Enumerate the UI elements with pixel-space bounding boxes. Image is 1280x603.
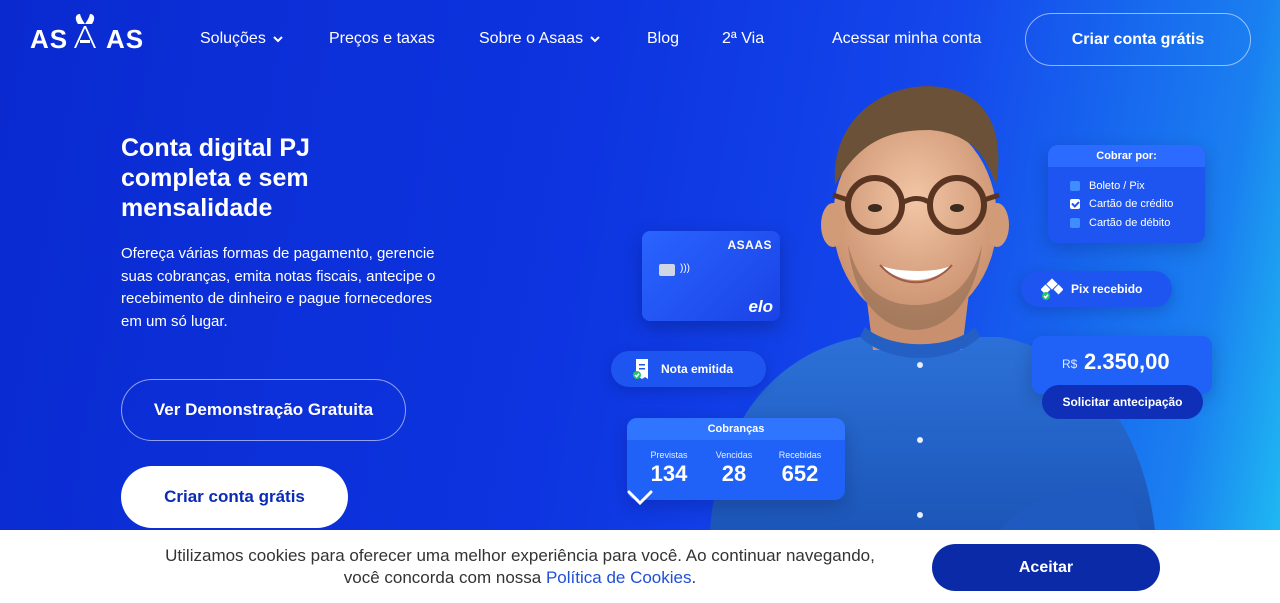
hero-title: Conta digital PJ completa e sem mensalid… [121,134,310,222]
stat-value: 652 [781,461,819,486]
credit-card: ASAAS ))) elo [642,231,780,321]
nav-precos-label: Preços e taxas [329,30,435,47]
top-navigation: AS AS Soluções Preços e taxas Sobre o As… [0,0,1280,80]
option-cartao-credito[interactable]: Cartão de crédito [1070,198,1173,210]
nav-solucoes[interactable]: Soluções [200,30,284,48]
scroll-down-icon[interactable] [627,489,653,507]
hero-description: Ofereça várias formas de pagamento, gere… [121,245,436,330]
hero-section: AS AS Soluções Preços e taxas Sobre o As… [0,0,1280,530]
balance-currency: R$ [1062,357,1078,371]
pix-icon [1041,278,1063,300]
chevron-down-icon [590,36,600,43]
nota-emitida-label: Nota emitida [661,362,734,376]
pix-recebido-pill: Pix recebido [1021,271,1172,307]
signup-button-nav[interactable]: Criar conta grátis [1025,13,1251,66]
checkbox-icon [1070,181,1080,191]
stat-value: 28 [721,461,747,486]
card-brand: ASAAS [727,238,772,252]
nav-sobre-label: Sobre o Asaas [479,30,584,47]
nav-segunda-via[interactable]: 2ª Via [722,30,764,48]
login-label: Acessar minha conta [832,30,982,47]
balance-value: 2.350,00 [1084,349,1170,374]
accept-cookies-label: Aceitar [1018,558,1074,576]
signup-button-nav-label: Criar conta grátis [1071,30,1205,48]
nav-precos[interactable]: Preços e taxas [329,30,435,48]
option-label: Cartão de débito [1089,217,1171,229]
nav-blog-label: Blog [647,30,680,47]
checkbox-checked-icon [1070,199,1080,209]
demo-button[interactable]: Ver Demonstração Gratuita [121,379,406,441]
cookie-message: Utilizamos cookies para oferecer uma mel… [165,546,875,587]
cobrar-por-panel: Cobrar por: Boleto / Pix Cartão de crédi… [1048,145,1205,243]
checkbox-icon [1070,218,1080,228]
nav-blog[interactable]: Blog [647,30,679,48]
create-account-button[interactable]: Criar conta grátis [121,466,348,528]
cobrancas-vencidas: Vencidas 28 [699,450,769,487]
stat-value: 134 [650,461,688,486]
pix-recebido-label: Pix recebido [1071,282,1143,296]
cobrancas-panel: Cobranças Previstas 134 Vencidas 28 Rece… [627,418,845,500]
nav-sobre[interactable]: Sobre o Asaas [479,30,601,48]
solicitar-antecipacao-label: Solicitar antecipação [1062,395,1183,409]
login-link[interactable]: Acessar minha conta [832,30,981,48]
create-account-label: Criar conta grátis [164,487,305,506]
cobrancas-previstas: Previstas 134 [634,450,704,487]
cookie-text: Utilizamos cookies para oferecer uma mel… [150,545,890,589]
chip-icon [659,264,675,276]
accept-cookies-button[interactable]: Aceitar [932,544,1160,591]
chevron-down-icon [273,36,283,43]
svg-text:AS: AS [106,24,144,54]
demo-button-label: Ver Demonstração Gratuita [153,400,374,419]
receipt-icon [633,359,648,379]
nav-solucoes-label: Soluções [200,30,266,47]
stat-label: Recebidas [778,450,822,460]
cobrar-por-title: Cobrar por: [1048,145,1205,167]
option-label: Cartão de crédito [1089,198,1174,210]
option-label: Boleto / Pix [1089,180,1145,192]
cookie-banner: Utilizamos cookies para oferecer uma mel… [0,530,1280,603]
option-boleto-pix[interactable]: Boleto / Pix [1070,180,1145,192]
svg-text:AS: AS [30,24,68,54]
cobrancas-recebidas: Recebidas 652 [765,450,835,487]
solicitar-antecipacao-button[interactable]: Solicitar antecipação [1042,385,1203,419]
cookie-policy-link[interactable]: Política de Cookies [546,568,692,587]
stat-label: Vencidas [715,450,753,460]
option-cartao-debito[interactable]: Cartão de débito [1070,217,1170,229]
cookie-suffix: . [691,568,697,587]
nota-emitida-pill: Nota emitida [611,351,766,387]
stat-label: Previstas [650,450,688,460]
asaas-logo[interactable]: AS AS [30,12,158,56]
card-network: elo [748,297,773,316]
contactless-icon: ))) [680,263,690,274]
cobrancas-title: Cobranças [627,418,845,440]
nav-segunda-via-label: 2ª Via [722,30,765,47]
